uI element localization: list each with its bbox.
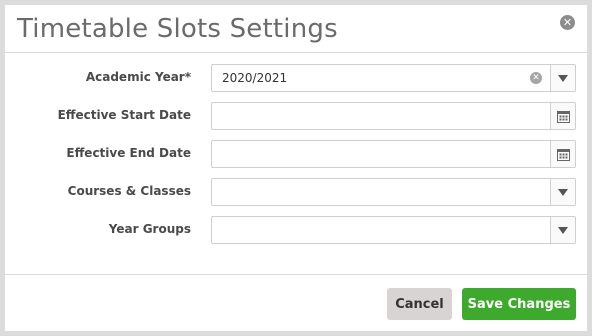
effective-end-date-calendar-button[interactable] (550, 141, 575, 167)
courses-classes-label: Courses & Classes (67, 184, 191, 198)
year-groups-select[interactable] (211, 216, 576, 244)
effective-end-date-input[interactable] (211, 140, 576, 168)
year-groups-label: Year Groups (108, 222, 191, 236)
academic-year-value: 2020/2021 (222, 71, 288, 85)
year-groups-dropdown-button[interactable] (550, 217, 575, 243)
close-icon[interactable]: ✕ (560, 15, 575, 30)
effective-start-date-label: Effective Start Date (57, 108, 191, 122)
clear-icon[interactable]: ✕ (530, 72, 542, 84)
academic-year-dropdown-button[interactable] (550, 65, 575, 91)
academic-year-label: Academic Year* (85, 70, 191, 84)
academic-year-row: Academic Year* 2020/2021 ✕ (5, 64, 587, 92)
academic-year-select[interactable]: 2020/2021 ✕ (211, 64, 576, 92)
calendar-icon (556, 110, 570, 123)
cancel-button[interactable]: Cancel (387, 288, 452, 320)
dialog-header: Timetable Slots Settings ✕ (5, 5, 587, 53)
dialog-footer: Cancel Save Changes (5, 274, 587, 331)
effective-end-date-label: Effective End Date (66, 146, 191, 160)
chevron-down-icon (558, 74, 568, 82)
chevron-down-icon (558, 226, 568, 234)
save-changes-button[interactable]: Save Changes (462, 288, 576, 320)
chevron-down-icon (558, 188, 568, 196)
courses-classes-dropdown-button[interactable] (550, 179, 575, 205)
courses-classes-row: Courses & Classes (5, 178, 587, 206)
year-groups-row: Year Groups (5, 216, 587, 244)
dialog-title: Timetable Slots Settings (17, 14, 338, 44)
effective-start-date-input[interactable] (211, 102, 576, 130)
timetable-slots-dialog: Timetable Slots Settings ✕ Academic Year… (5, 5, 587, 331)
effective-start-date-row: Effective Start Date (5, 102, 587, 130)
courses-classes-select[interactable] (211, 178, 576, 206)
effective-start-date-calendar-button[interactable] (550, 103, 575, 129)
calendar-icon (556, 148, 570, 161)
effective-end-date-row: Effective End Date (5, 140, 587, 168)
